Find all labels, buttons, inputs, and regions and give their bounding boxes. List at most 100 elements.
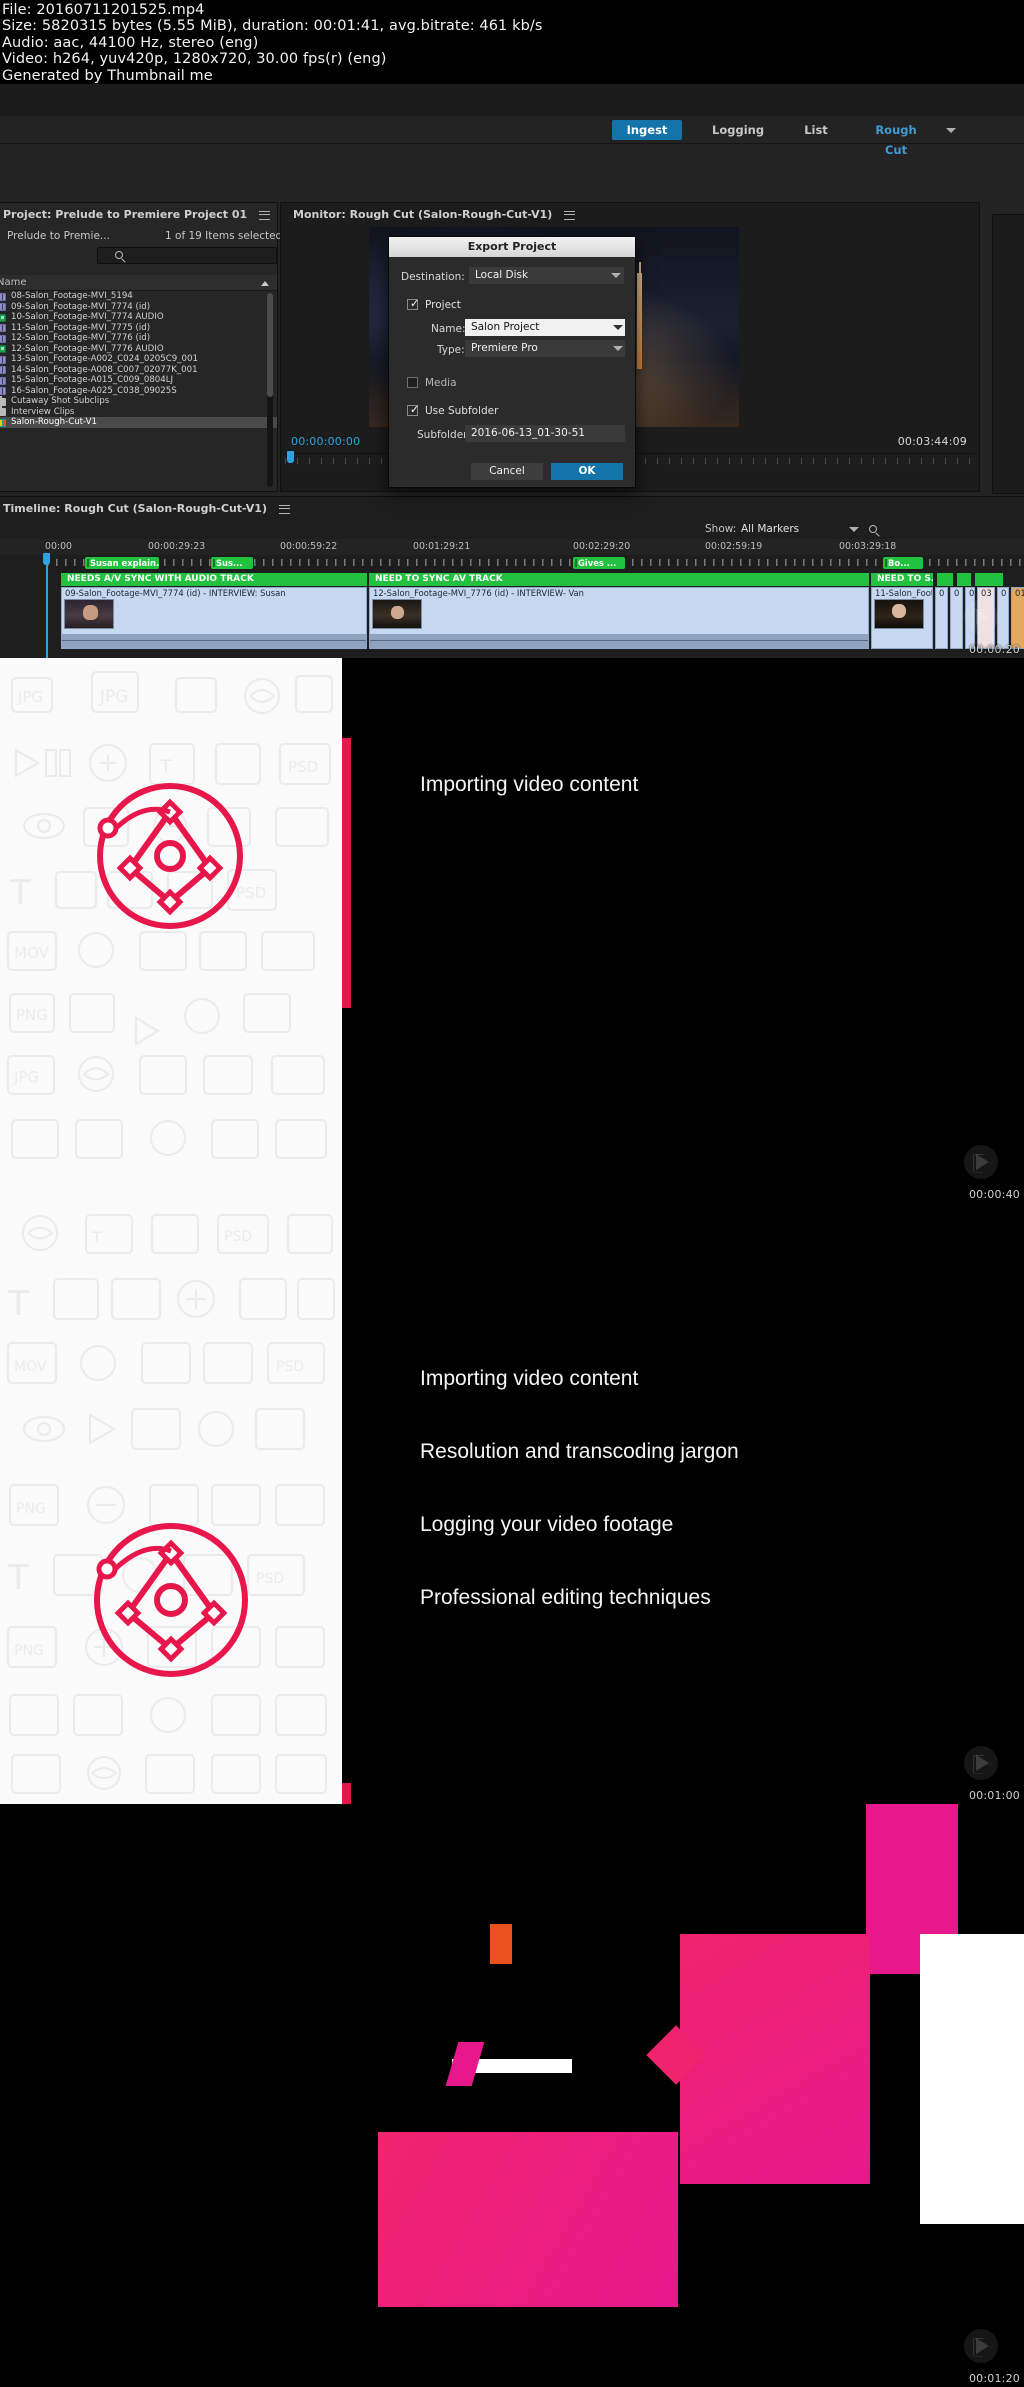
project-panel: Project: Prelude to Premiere Project 01 …: [0, 202, 282, 492]
ruler-tick: 00:00:29:23: [148, 541, 206, 552]
sync-marker-bar[interactable]: [975, 573, 1003, 586]
thumbnail-frame-1: Ingest Logging List Rough Cut Project: P…: [0, 84, 1024, 658]
slide-bullet: Professional editing techniques: [420, 1586, 711, 1609]
meta-line-size: Size: 5820315 bytes (5.55 MiB), duration…: [2, 18, 543, 35]
chevron-down-icon[interactable]: [613, 325, 623, 330]
name-label: Name:: [431, 323, 466, 335]
svg-text:MOV: MOV: [14, 944, 49, 962]
clip-label: 09-Salon_Footage-MVI_7774 (id) - INTERVI…: [65, 588, 286, 598]
media-checkbox[interactable]: [407, 377, 418, 388]
timeline-clip[interactable]: 0: [950, 587, 963, 649]
clip-label: 0: [969, 588, 975, 598]
comment-marker[interactable]: Sus...: [211, 557, 253, 569]
destination-label: Destination:: [401, 271, 465, 283]
timeline-clip[interactable]: 09-Salon_Footage-MVI_7774 (id) - INTERVI…: [61, 587, 367, 649]
list-item[interactable]: 15-Salon_Footage-A015_C009_0804LJ: [0, 375, 277, 386]
destination-dropdown[interactable]: Local Disk: [469, 267, 624, 284]
project-list-scrollbar[interactable]: [267, 293, 273, 487]
comment-marker[interactable]: Gives ...: [573, 557, 625, 569]
list-item[interactable]: 11-Salon_Footage-MVI_7775 (id): [0, 323, 277, 334]
slide-left-artwork: JPG JPG T PSD T PSD MOV PNG JPG: [0, 658, 342, 1203]
video-clip-icon: [0, 355, 6, 364]
show-markers-label: Show:: [705, 523, 737, 535]
ruler-tick: 00:01:29:21: [413, 541, 471, 552]
monitor-duration-timecode: 00:03:44:09: [897, 435, 967, 448]
use-subfolder-checkbox[interactable]: ✓: [407, 404, 419, 416]
sync-marker-bar[interactable]: NEED TO SYNC AV TRACK: [369, 573, 869, 586]
column-header-name[interactable]: Name: [0, 277, 27, 288]
panel-menu-icon[interactable]: [259, 210, 271, 220]
monitor-playhead[interactable]: [287, 451, 294, 463]
list-item[interactable]: Cutaway Shot Subclips: [0, 395, 277, 407]
list-item[interactable]: 08-Salon_Footage-MVI_5194: [0, 291, 277, 302]
chevron-down-icon[interactable]: [849, 527, 859, 532]
panel-menu-icon[interactable]: [564, 210, 576, 220]
project-checkbox[interactable]: ✓: [407, 298, 419, 310]
marker-track-dots: [47, 559, 1024, 566]
type-dropdown[interactable]: Premiere Pro: [465, 340, 625, 357]
timeline-clip[interactable]: 0: [935, 587, 948, 649]
timeline-clip[interactable]: 11-Salon_Footi: [871, 587, 933, 649]
meta-line-generator: Generated by Thumbnail me: [2, 67, 213, 84]
show-markers-value[interactable]: All Markers: [741, 523, 799, 535]
use-subfolder-label: Use Subfolder: [425, 405, 499, 417]
clip-audio-waveform: [62, 634, 366, 648]
sync-marker-bar[interactable]: NEEDS A/V SYNC WITH AUDIO TRACK: [61, 573, 367, 586]
ruler-tick: 00:02:59:19: [705, 541, 763, 552]
export-project-dialog[interactable]: Export Project Destination: Local Disk ✓…: [388, 236, 636, 488]
chevron-down-icon[interactable]: [611, 273, 621, 278]
sync-marker-bar[interactable]: [957, 573, 971, 586]
list-item[interactable]: Interview Clips: [0, 406, 277, 418]
timeline-clip[interactable]: 0: [997, 587, 1009, 649]
project-file-list[interactable]: 08-Salon_Footage-MVI_5194 09-Salon_Foota…: [0, 291, 277, 489]
sort-ascending-icon[interactable]: [261, 281, 269, 286]
timeline-ruler[interactable]: 00:00 00:00:29:23 00:00:59:22 00:01:29:2…: [0, 539, 1024, 555]
comment-marker[interactable]: Susan explain...: [85, 557, 159, 569]
sync-marker-bar[interactable]: [937, 573, 953, 586]
project-label: Project: [425, 299, 461, 311]
name-input[interactable]: Salon Project: [465, 319, 625, 336]
ruler-tick: 00:00:59:22: [280, 541, 338, 552]
list-item[interactable]: 12-Salon_Footage-MVI_7776 (id): [0, 333, 277, 344]
thumbnail-timestamp: 00:01:00: [968, 1789, 1020, 1802]
chevron-down-icon[interactable]: [946, 128, 956, 133]
clip-audio-waveform: [370, 634, 868, 648]
list-item[interactable]: 16-Salon_Footage-A025_C038_09025S: [0, 386, 277, 397]
chevron-down-icon[interactable]: [613, 346, 623, 351]
timeline-clip[interactable]: 01: [1011, 587, 1024, 649]
monitor-current-timecode[interactable]: 00:00:00:00: [291, 435, 360, 448]
dialog-title-bar: Export Project: [389, 237, 635, 257]
sync-marker-bar[interactable]: NEED TO S...: [871, 573, 933, 586]
svg-text:JPG: JPG: [99, 687, 128, 707]
comment-marker[interactable]: Bo...: [883, 557, 923, 569]
list-item[interactable]: 12-Salon_Footage-MVI_7776 AUDIO: [0, 344, 277, 355]
search-icon: [115, 251, 123, 259]
tab-rough-cut[interactable]: Rough Cut: [854, 120, 938, 157]
play-watermark-icon: [964, 1746, 998, 1780]
list-item[interactable]: 13-Salon_Footage-A002_C024_0205C9_001: [0, 354, 277, 365]
cancel-button[interactable]: Cancel: [471, 463, 543, 480]
meta-line-file: File: 20160711201525.mp4: [2, 2, 205, 18]
list-item-selected[interactable]: Salon-Rough-Cut-V1: [0, 417, 277, 428]
timeline-panel: Timeline: Rough Cut (Salon-Rough-Cut-V1)…: [0, 496, 1024, 658]
video-clip-icon: [0, 292, 6, 301]
ok-button[interactable]: OK: [551, 463, 623, 480]
list-item[interactable]: 14-Salon_Footage-A008_C007_02077K_001: [0, 365, 277, 376]
panel-menu-icon[interactable]: [278, 504, 290, 514]
project-breadcrumb[interactable]: Prelude to Premie...: [7, 230, 110, 242]
search-icon[interactable]: [869, 525, 877, 533]
timeline-clip[interactable]: 12-Salon_Footage-MVI_7776 (id) - INTERVI…: [369, 587, 869, 649]
meta-line-audio: Audio: aac, 44100 Hz, stereo (eng): [2, 34, 259, 51]
tab-ingest[interactable]: Ingest: [612, 120, 682, 140]
svg-text:T: T: [7, 1558, 29, 1598]
svg-text:T: T: [9, 873, 31, 913]
tab-logging[interactable]: Logging: [700, 120, 770, 140]
list-item[interactable]: 09-Salon_Footage-MVI_7774 (id): [0, 302, 277, 313]
list-item[interactable]: 10-Salon_Footage-MVI_7774 AUDIO: [0, 312, 277, 323]
tab-list[interactable]: List: [788, 120, 844, 140]
subfolder-value[interactable]: 2016-06-13_01-30-51: [465, 425, 625, 442]
abstract-shape-pink-mid: [680, 1934, 870, 2184]
type-label: Type:: [437, 344, 465, 356]
video-clip-icon: [0, 366, 6, 374]
abstract-shape-white: [920, 1934, 1024, 2224]
